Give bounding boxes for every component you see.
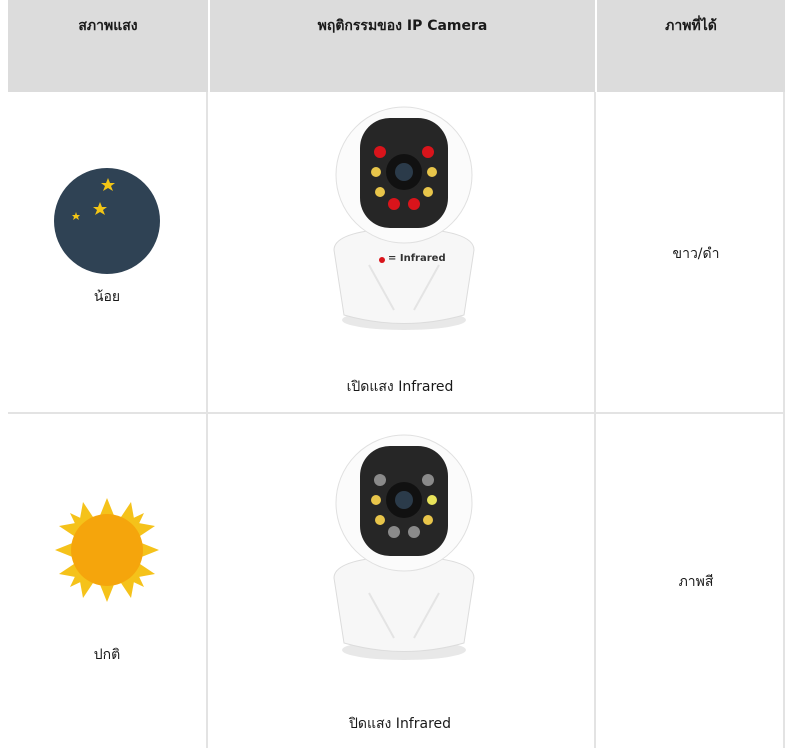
comparison-table: สภาพแสง พฤติกรรมของ IP Camera ภาพที่ได้ …: [8, 0, 785, 748]
grid-line: [206, 92, 208, 748]
header-cell-result: ภาพที่ได้: [597, 0, 785, 92]
moon-stars-icon: [54, 168, 160, 274]
camera-infrared-image: [333, 106, 475, 330]
infrared-callout: = Infrared: [388, 253, 446, 264]
header-label-behavior: พฤติกรรมของ IP Camera: [317, 18, 488, 34]
header-label-light: สภาพแสง: [78, 18, 138, 34]
header-label-result: ภาพที่ได้: [665, 18, 717, 34]
result-label: ขาว/ดำ: [672, 246, 720, 262]
camera-behavior-label: ปิดแสง Infrared: [348, 716, 452, 732]
header-cell-light: สภาพแสง: [8, 0, 208, 92]
grid-line: [8, 412, 785, 414]
camera-normal-image: [333, 434, 475, 660]
light-level-label: น้อย: [93, 289, 121, 305]
header-cell-behavior: พฤติกรรมของ IP Camera: [210, 0, 595, 92]
grid-line: [594, 92, 596, 748]
sun-icon: [55, 498, 159, 602]
result-label: ภาพสี: [678, 574, 714, 590]
camera-behavior-label: เปิดแสง Infrared: [346, 379, 454, 395]
light-level-label: ปกติ: [93, 647, 121, 663]
grid-line: [783, 92, 785, 748]
